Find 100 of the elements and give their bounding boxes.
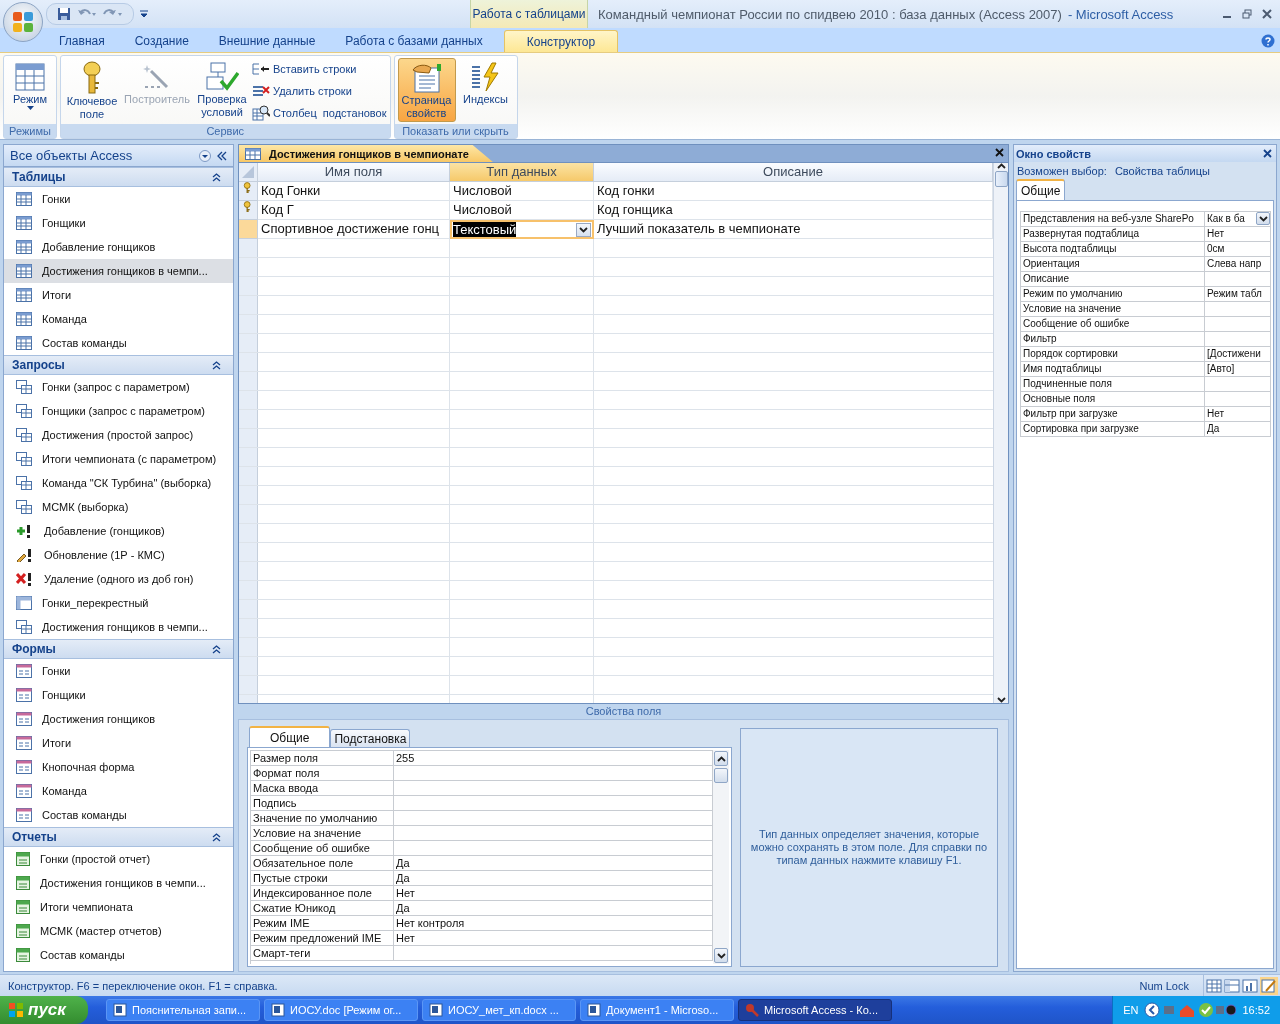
close-icon[interactable] [1262, 9, 1272, 19]
nav-item[interactable]: Добавление гонщиков [4, 235, 233, 259]
taskbar-button[interactable]: Microsoft Access - Ко... [738, 999, 892, 1021]
description-cell[interactable]: Код гонки [594, 182, 993, 201]
property-value[interactable]: Да [394, 856, 713, 871]
property-value[interactable]: Нет [1205, 227, 1271, 242]
scrollbar[interactable] [993, 163, 1008, 703]
property-value[interactable]: [Достижени [1205, 347, 1271, 362]
nav-item[interactable]: Кнопочная форма [4, 755, 233, 779]
chart-view-icon[interactable] [1242, 978, 1258, 993]
property-value[interactable]: Слева напр [1205, 257, 1271, 272]
nav-item[interactable]: Гонщики [4, 683, 233, 707]
nav-item[interactable]: МСМК (мастер отчетов) [4, 919, 233, 943]
nav-item[interactable]: Достижения гонщиков в чемпи... [4, 871, 233, 895]
pivot-view-icon[interactable] [1224, 978, 1240, 993]
property-value[interactable]: Да [394, 901, 713, 916]
nav-item[interactable]: Команда "СК Турбина" (выборка) [4, 471, 233, 495]
row-selector[interactable] [239, 182, 258, 201]
nav-item[interactable]: Гонки [4, 659, 233, 683]
nav-item[interactable]: Гонки_перекрестный [4, 591, 233, 615]
design-view-icon[interactable] [1260, 976, 1278, 995]
property-value[interactable]: Да [1205, 422, 1271, 437]
field-name-cell[interactable]: Код Гонки [258, 182, 450, 201]
datasheet-view-icon[interactable] [1206, 978, 1222, 993]
tab[interactable]: Подстановка [330, 729, 411, 747]
nav-item[interactable]: Достижения гонщиков в чемпи... [4, 615, 233, 639]
section-header[interactable]: Отчеты [4, 827, 233, 847]
data-type-cell[interactable]: Числовой [450, 201, 594, 220]
corner-cell[interactable] [239, 163, 258, 182]
property-value[interactable]: Нет [394, 931, 713, 946]
description-cell[interactable]: Лучший показатель в чемпионате [594, 220, 993, 239]
office-button[interactable] [3, 2, 43, 42]
ribbon-tab[interactable]: Конструктор [503, 30, 619, 52]
nav-item[interactable]: Добавление (гонщиков) [4, 519, 233, 543]
property-value[interactable] [394, 946, 713, 961]
property-value[interactable] [1205, 332, 1271, 347]
scrollbar[interactable] [713, 750, 729, 964]
property-value[interactable] [1205, 317, 1271, 332]
section-header[interactable]: Таблицы [4, 167, 233, 187]
ribbon-button[interactable]: Удалить строки [252, 81, 387, 100]
property-value[interactable]: Режим табл [1205, 287, 1271, 302]
property-value[interactable] [1205, 302, 1271, 317]
ribbon-button[interactable]: Страница свойств [397, 58, 456, 122]
ribbon-button[interactable]: Столбец подстановок [252, 103, 387, 122]
property-value[interactable]: 255 [394, 751, 713, 766]
row-selector[interactable] [239, 201, 258, 220]
nav-item[interactable]: Достижения (простой запрос) [4, 423, 233, 447]
taskbar-button[interactable]: ИОСУ.doc [Режим ог... [264, 999, 418, 1021]
nav-item[interactable]: Гонки [4, 187, 233, 211]
document-tab[interactable]: Достижения гонщиков в чемпионате [239, 145, 493, 162]
nav-item[interactable]: Обновление (1Р - КМС) [4, 543, 233, 567]
property-value[interactable]: 0см [1205, 242, 1271, 257]
collapse-icon[interactable] [217, 150, 227, 161]
nav-item[interactable]: Гонщики [4, 211, 233, 235]
scroll-thumb[interactable] [994, 171, 1008, 187]
nav-item[interactable]: Достижения гонщиков [4, 707, 233, 731]
taskbar-button[interactable]: Документ1 - Microso... [580, 999, 734, 1021]
property-value[interactable]: Да [394, 871, 713, 886]
property-value[interactable] [394, 796, 713, 811]
property-value[interactable]: [Авто] [1205, 362, 1271, 377]
save-icon[interactable] [57, 7, 71, 21]
tray-icons-drawing[interactable] [1144, 1002, 1237, 1018]
nav-item[interactable]: Гонки (простой отчет) [4, 847, 233, 871]
column-header[interactable]: Описание [594, 163, 993, 182]
nav-item[interactable]: Достижения гонщиков в чемпи... [4, 259, 233, 283]
ribbon-button[interactable]: Проверка условий [194, 58, 250, 122]
taskbar-button[interactable]: Пояснительная запи... [106, 999, 260, 1021]
nav-item[interactable]: Итоги чемпионата [4, 895, 233, 919]
restore-icon[interactable] [1242, 9, 1252, 19]
column-header[interactable]: Имя поля [258, 163, 450, 182]
nav-item[interactable]: Команда [4, 307, 233, 331]
ribbon-button[interactable]: Ключевое поле [64, 58, 120, 122]
tab[interactable]: Общие [249, 726, 331, 747]
nav-item[interactable]: Итоги [4, 283, 233, 307]
scroll-thumb[interactable] [714, 768, 728, 783]
ribbon-tab[interactable]: Работа с базами данных [330, 30, 498, 52]
ribbon-button[interactable]: Вставить строки [252, 59, 387, 78]
nav-item[interactable]: Итоги чемпионата (с параметром) [4, 447, 233, 471]
customize-caret-icon[interactable] [140, 10, 148, 18]
nav-item[interactable]: Состав команды [4, 943, 233, 967]
property-value[interactable] [1205, 272, 1271, 287]
property-value[interactable] [394, 841, 713, 856]
property-value[interactable] [394, 811, 713, 826]
dropdown-icon[interactable] [199, 149, 211, 162]
ribbon-tab[interactable]: Внешние данные [203, 30, 331, 52]
help-icon[interactable] [1261, 34, 1275, 48]
section-header[interactable]: Запросы [4, 355, 233, 375]
nav-item[interactable]: Гонщики (запрос с параметром) [4, 399, 233, 423]
ribbon-tab[interactable]: Главная [44, 30, 120, 52]
property-value[interactable] [394, 826, 713, 841]
property-combo[interactable]: Как в ба [1205, 212, 1271, 227]
tab[interactable]: Общие [1016, 179, 1066, 200]
ribbon-tab[interactable]: Создание [119, 30, 204, 52]
nav-item[interactable]: Команда [4, 779, 233, 803]
data-type-cell[interactable]: Числовой [450, 182, 594, 201]
property-value[interactable]: Нет [394, 886, 713, 901]
property-value[interactable]: Нет [1205, 407, 1271, 422]
nav-item[interactable]: Итоги [4, 731, 233, 755]
column-header[interactable]: Тип данных [450, 163, 594, 182]
field-name-cell[interactable]: Спортивное достижение гонц [258, 220, 450, 239]
